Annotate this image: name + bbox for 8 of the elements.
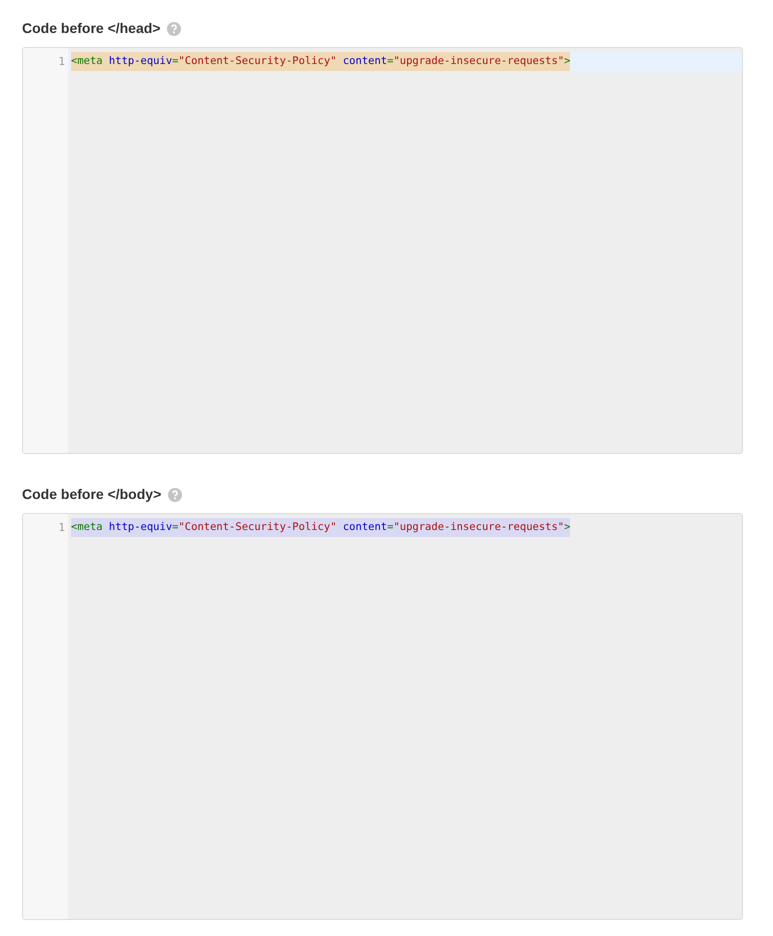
help-icon[interactable] (167, 22, 182, 36)
help-icon[interactable] (168, 488, 182, 502)
line-number: 1 (58, 55, 65, 68)
field-label: Code before </body> (22, 485, 162, 504)
field-label: Code before </head> (22, 19, 160, 38)
code-editor[interactable]: 1 <meta http-equiv="Content-Security-Policy" content="upgrade-insecure-requests"> (22, 47, 743, 454)
line-number: 1 (58, 521, 65, 534)
code-editor[interactable]: 1 <meta http-equiv="Content-Security-Policy" content="upgrade-insecure-requests"> (22, 513, 743, 920)
